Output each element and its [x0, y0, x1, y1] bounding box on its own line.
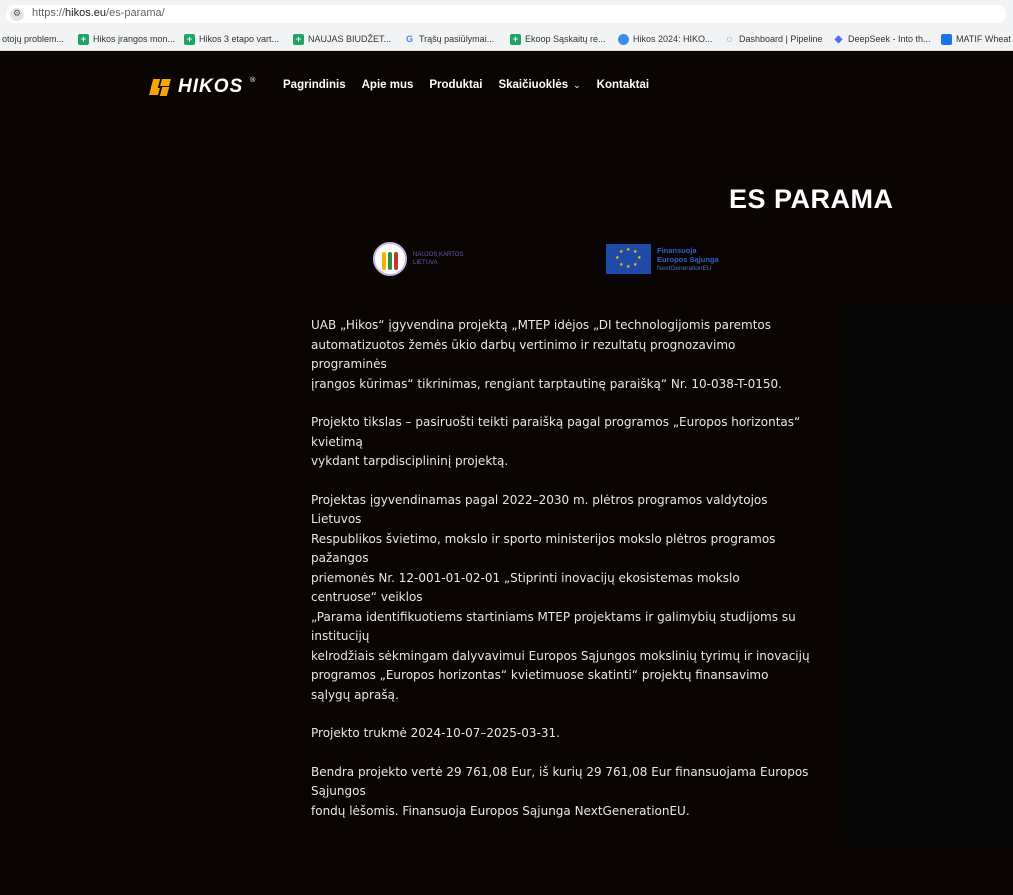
bookmark-item[interactable]: + Ekoop Sąskaitų re... [510, 32, 606, 46]
main-nav: Pagrindinis Apie mus Produktai Skaičiuok… [283, 79, 665, 91]
text-line: UAB „Hikos“ įgyvendina projektą „MTEP id… [311, 318, 772, 332]
matif-icon [941, 33, 952, 45]
nav-item-produktai[interactable]: Produktai [429, 79, 482, 91]
paragraph-duration: Projekto trukmė 2024-10-07–2025-03-31. [311, 724, 811, 744]
bookmarks-bar: otojų problem... + Hikos įrangos mon... +… [0, 28, 1013, 51]
bookmark-item[interactable]: MATIF Wheat | [941, 32, 1013, 46]
bookmark-item[interactable]: otojų problem... [2, 32, 64, 46]
url-text[interactable]: https://hikos.eu/es-parama/ [32, 7, 165, 19]
text-line: programinės [311, 357, 387, 371]
project-description: UAB „Hikos“ įgyvendina projektą „MTEP id… [311, 316, 811, 840]
chevron-down-icon: ⌄ [573, 80, 581, 90]
text-line: „Parama identifikuotiems startiniams MTE… [311, 609, 796, 624]
eu-funding-logo: ★ ★ ★ ★ ★ ★ ★ ★ Finansuoja Europos Sąjun… [606, 244, 719, 274]
text-line: Projektas įgyvendinamas pagal 2022–2030 … [311, 492, 768, 507]
paragraph-goal: Projekto tikslas – pasiruošti teikti par… [311, 413, 811, 472]
text-line: Projekto trukmė 2024-10-07–2025-03-31. [311, 726, 560, 740]
eu-flag-icon: ★ ★ ★ ★ ★ ★ ★ ★ [606, 244, 651, 274]
hikos-logo-icon [149, 77, 172, 97]
logo-line: NAUJOS KARTOS [413, 252, 464, 258]
background-panel [840, 306, 1013, 844]
text-line: Projekto tikslas – pasiruošti teikti par… [311, 415, 801, 429]
text-line: centruose“ veiklos [311, 590, 423, 604]
text-line: Bendra projekto vertė 29 761,08 Eur, iš … [311, 764, 809, 779]
text-line: kvietimą [311, 434, 363, 449]
bookmark-item[interactable]: ◆ DeepSeek - Into th... [833, 32, 931, 46]
sheets-icon: + [510, 33, 521, 45]
text-line: pažangos [311, 551, 369, 565]
drive-icon [618, 33, 629, 45]
text-line: Respublikos švietimo, mokslo ir sporto m… [311, 531, 776, 546]
registered-mark: ® [249, 76, 257, 84]
logo-line: LIETUVA [413, 260, 438, 266]
bookmark-item[interactable]: + Hikos įrangos mon... [78, 32, 175, 46]
nav-item-label: Skaičiuoklės [498, 79, 569, 91]
nav-item-pagrindinis[interactable]: Pagrindinis [283, 79, 346, 91]
text-line: automatizuotos žemės ūkio darbų vertinim… [311, 337, 736, 352]
sheets-icon: + [184, 33, 195, 45]
pipeline-icon: ◌ [726, 33, 733, 45]
nav-item-kontaktai[interactable]: Kontaktai [597, 79, 649, 91]
text-line: institucijų [311, 629, 370, 643]
logo-line: Europos Sąjunga [657, 254, 719, 264]
paragraph-project: UAB „Hikos“ įgyvendina projektą „MTEP id… [311, 316, 811, 394]
text-line: įrangos kūrimas“ tikrinimas, rengiant ta… [311, 376, 782, 391]
text-line: Lietuvos [311, 512, 362, 526]
logo-line: Finansuoja [657, 245, 697, 255]
bookmark-item[interactable]: + Hikos 3 etapo vart... [184, 32, 279, 46]
eu-funding-text: Finansuoja Europos Sąjunga NextGeneratio… [657, 246, 719, 273]
nav-item-skaiciuokles[interactable]: Skaičiuoklės ⌄ [498, 79, 580, 91]
text-line: programos „Europos horizontas“ kvietimuo… [311, 668, 769, 682]
text-line: fondų lėšomis. Finansuoja Europos Sąjung… [311, 803, 690, 818]
bookmark-item[interactable]: Hikos 2024: HIKO... [618, 32, 713, 46]
text-line: kelrodžiais sėkmingam dalyvavimui Europo… [311, 648, 810, 663]
sheets-icon: + [78, 33, 89, 45]
bookmark-item[interactable]: ◌ Dashboard | Pipeline [724, 32, 823, 46]
site-settings-icon[interactable]: ⚙ [10, 8, 24, 21]
paragraph-program: Projektas įgyvendinamas pagal 2022–2030 … [311, 491, 811, 706]
logo-line: NextGenerationEU [657, 264, 712, 272]
naujos-kartos-lietuva-logo: NAUJOS KARTOS LIETUVA [373, 242, 463, 276]
text-line: sąlygų aprašą. [311, 687, 399, 702]
bookmark-item[interactable]: G Trąšų pasiūlymai... [404, 32, 494, 46]
naujos-kartos-lietuva-text: NAUJOS KARTOS LIETUVA [413, 251, 463, 267]
bookmark-item[interactable]: + NAUJAS BIUDŽET... [293, 32, 391, 46]
brand-name: HIKOS [178, 76, 244, 97]
naujos-kartos-lietuva-emblem [373, 242, 407, 276]
browser-address-bar: ⚙ https://hikos.eu/es-parama/ [0, 0, 1013, 29]
text-line: Sąjungos [311, 784, 366, 798]
google-icon: G [405, 33, 413, 44]
deepseek-icon: ◆ [834, 33, 843, 45]
page-title: ES PARAMA [729, 184, 894, 214]
sheets-icon: + [293, 33, 304, 45]
paragraph-budget: Bendra projekto vertė 29 761,08 Eur, iš … [311, 763, 811, 822]
hikos-logo[interactable]: HIKOS ® [149, 74, 257, 100]
nav-item-apie-mus[interactable]: Apie mus [362, 79, 414, 91]
text-line: vykdant tarpdisciplininį projektą. [311, 454, 509, 468]
text-line: priemonės Nr. 12-001-01-02-01 „Stiprinti… [311, 570, 740, 585]
